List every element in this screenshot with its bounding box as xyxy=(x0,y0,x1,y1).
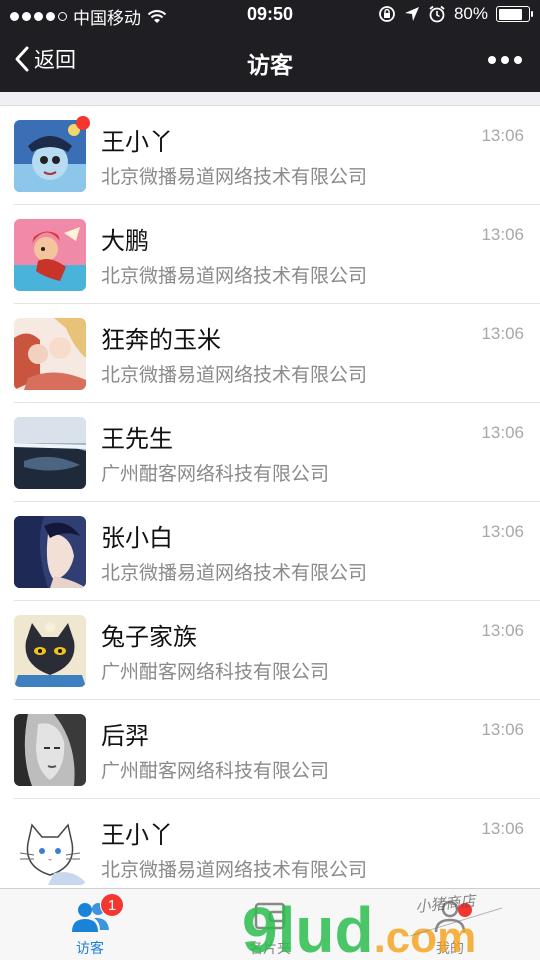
battery-percent: 80% xyxy=(453,4,488,23)
notification-dot xyxy=(458,903,472,917)
tab-card-holder[interactable]: 名片夹 xyxy=(180,889,360,960)
visit-time: 13:06 xyxy=(481,324,524,343)
tab-me[interactable]: 我的 xyxy=(360,889,540,960)
status-right: 80% xyxy=(378,4,533,24)
visitor-company: 广州酣客网络科技有限公司 xyxy=(101,662,330,683)
visit-time: 13:06 xyxy=(481,720,524,739)
visit-time: 13:06 xyxy=(481,225,524,244)
visitor-company: 北京微播易道网络技术有限公司 xyxy=(101,563,368,584)
visitor-name: 王小丫 xyxy=(101,129,173,156)
visit-time: 13:06 xyxy=(481,621,524,640)
visit-time: 13:06 xyxy=(481,819,524,838)
visitor-name: 王小丫 xyxy=(101,822,173,849)
more-options-button[interactable] xyxy=(488,56,522,64)
navigation-bar: 返回 访客 xyxy=(0,30,540,92)
avatar xyxy=(14,120,86,192)
visitor-name: 后羿 xyxy=(101,723,149,750)
visitor-list[interactable]: 王小丫 北京微播易道网络技术有限公司 13:06 大鹏 北京微播易道网络技术有限… xyxy=(0,106,540,888)
page-title: 访客 xyxy=(247,52,293,78)
visitor-name: 兔子家族 xyxy=(101,624,197,651)
visitor-company: 北京微播易道网络技术有限公司 xyxy=(101,860,368,881)
avatar xyxy=(14,516,86,588)
avatar xyxy=(14,813,86,885)
visitor-name: 张小白 xyxy=(101,525,173,552)
notification-badge: 1 xyxy=(100,893,124,917)
location-arrow-icon xyxy=(404,7,419,21)
tab-label: 我的 xyxy=(436,940,464,956)
avatar xyxy=(14,615,86,687)
visitor-company: 北京微播易道网络技术有限公司 xyxy=(101,167,368,188)
unread-dot xyxy=(76,116,90,130)
visit-time: 13:06 xyxy=(481,126,524,145)
more-dot xyxy=(488,56,496,64)
visitor-company: 北京微播易道网络技术有限公司 xyxy=(101,266,368,287)
visitor-row[interactable]: 大鹏 北京微播易道网络技术有限公司 13:06 xyxy=(0,205,540,304)
visit-time: 13:06 xyxy=(481,423,524,442)
visit-time: 13:06 xyxy=(481,522,524,541)
tab-label: 名片夹 xyxy=(249,940,291,956)
visitor-company: 北京微播易道网络技术有限公司 xyxy=(101,365,368,386)
visitor-name: 狂奔的玉米 xyxy=(101,327,221,354)
rotation-lock-icon xyxy=(379,6,395,22)
visitor-name: 大鹏 xyxy=(101,228,149,255)
avatar xyxy=(14,714,86,786)
avatar xyxy=(14,219,86,291)
visitor-row[interactable]: 狂奔的玉米 北京微播易道网络技术有限公司 13:06 xyxy=(0,304,540,403)
visitor-company: 广州酣客网络科技有限公司 xyxy=(101,761,330,782)
more-dot xyxy=(514,56,522,64)
visitor-name: 王先生 xyxy=(101,426,173,453)
alarm-icon xyxy=(429,5,445,23)
more-dot xyxy=(501,56,509,64)
battery-icon xyxy=(496,6,533,22)
list-top-divider xyxy=(0,92,540,106)
tab-visitors[interactable]: 访客 1 xyxy=(0,889,180,960)
status-bar: 中国移动 09:50 80% xyxy=(0,0,540,30)
tab-label: 访客 xyxy=(76,940,104,956)
visitor-row[interactable]: 张小白 北京微播易道网络技术有限公司 13:06 xyxy=(0,502,540,601)
visitor-row[interactable]: 后羿 广州酣客网络科技有限公司 13:06 xyxy=(0,700,540,799)
visitor-row[interactable]: 王先生 广州酣客网络科技有限公司 13:06 xyxy=(0,403,540,502)
wallet-icon xyxy=(254,902,286,930)
avatar xyxy=(14,318,86,390)
visitor-row[interactable]: 兔子家族 广州酣客网络科技有限公司 13:06 xyxy=(0,601,540,700)
avatar xyxy=(14,417,86,489)
tab-bar: 访客 1 名片夹 我的 xyxy=(0,888,540,960)
visitor-company: 广州酣客网络科技有限公司 xyxy=(101,464,330,485)
visitor-row[interactable]: 王小丫 北京微播易道网络技术有限公司 13:06 xyxy=(0,106,540,205)
visitor-row[interactable]: 王小丫 北京微播易道网络技术有限公司 13:06 xyxy=(0,799,540,888)
